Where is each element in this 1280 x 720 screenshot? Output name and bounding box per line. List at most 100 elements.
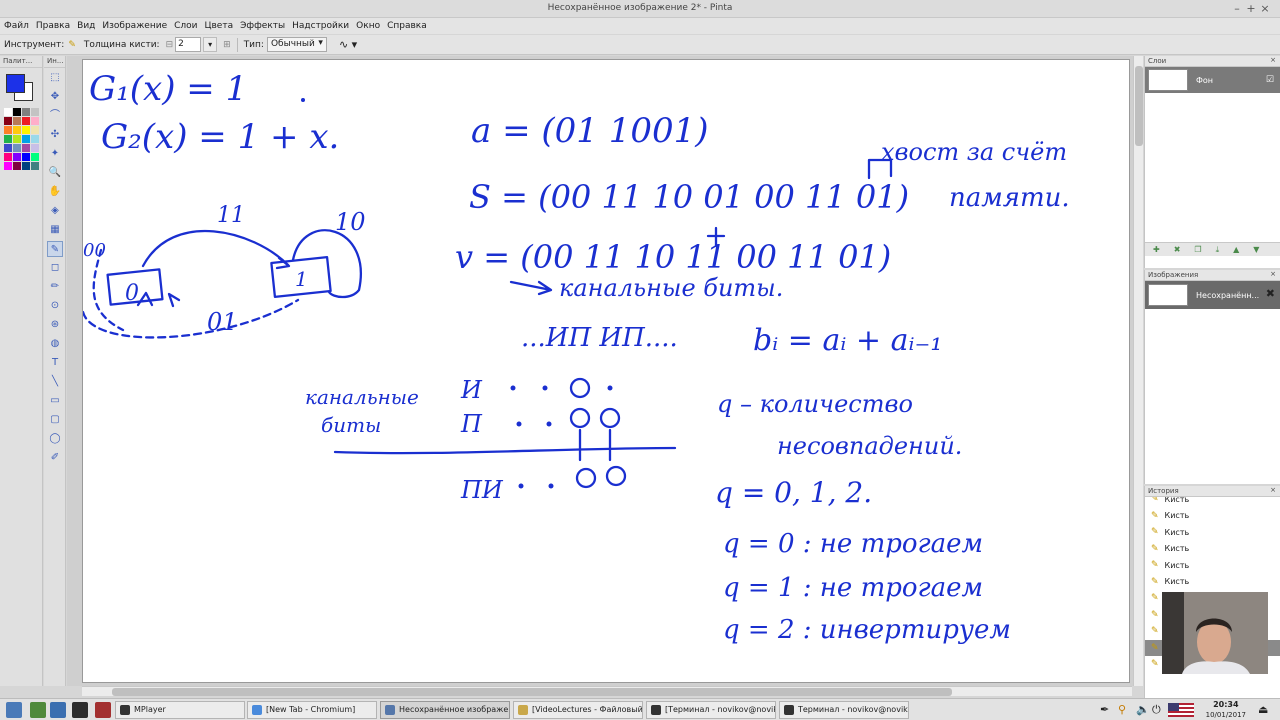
palette-swatch[interactable]	[22, 153, 30, 161]
move-icon[interactable]: ✥	[47, 89, 63, 105]
paint-bucket-icon[interactable]: ◈	[47, 203, 63, 219]
move-selection-icon[interactable]: ✣	[47, 127, 63, 143]
merge-layer-icon[interactable]: ⤓	[1216, 245, 1220, 255]
close-icon[interactable]: ×	[1270, 486, 1276, 494]
app-launcher-icon[interactable]	[95, 702, 111, 718]
palette-swatch[interactable]	[4, 117, 12, 125]
brush-icon[interactable]: ✎	[68, 40, 76, 50]
plus-icon[interactable]: ⊞	[223, 40, 231, 50]
layer-item[interactable]: Фон ☑	[1145, 67, 1280, 93]
image-item[interactable]: Несохранённ... ✖	[1145, 281, 1280, 309]
logout-icon[interactable]: ⏏	[1258, 703, 1268, 716]
gradient-icon[interactable]: ▦	[47, 222, 63, 238]
add-layer-icon[interactable]: ✚	[1153, 245, 1160, 254]
task-mplayer[interactable]: MPlayer	[115, 701, 245, 719]
terminal-launcher-icon[interactable]	[72, 702, 88, 718]
canvas-horizontal-scrollbar[interactable]	[82, 686, 1132, 696]
menu-image[interactable]: Изображение	[102, 21, 167, 31]
brush-icon[interactable]: ✎	[47, 241, 63, 257]
text-icon[interactable]: T	[47, 355, 63, 371]
delete-layer-icon[interactable]: ✖	[1174, 245, 1181, 254]
volume-tray-icon[interactable]: 🔈	[1136, 703, 1150, 716]
palette-swatch[interactable]	[31, 117, 39, 125]
menu-edit[interactable]: Правка	[36, 21, 70, 31]
pencil-icon[interactable]: ✏	[47, 279, 63, 295]
color-picker-icon[interactable]: ⊙	[47, 298, 63, 314]
task-chromium[interactable]: [New Tab - Chromium]	[247, 701, 377, 719]
palette-swatch[interactable]	[13, 117, 21, 125]
palette-swatch[interactable]	[31, 135, 39, 143]
brush-width-dropdown[interactable]: ▾	[203, 37, 218, 52]
palette-swatch[interactable]	[31, 108, 39, 116]
duplicate-layer-icon[interactable]: ❐	[1194, 245, 1201, 254]
power-tray-icon[interactable]: ⏻	[1152, 703, 1161, 717]
menu-adjustments[interactable]: Цвета	[205, 21, 234, 31]
maximize-button[interactable]: +	[1244, 2, 1258, 16]
move-up-icon[interactable]: ▲	[1233, 245, 1239, 254]
palette-swatch[interactable]	[13, 153, 21, 161]
menu-addins[interactable]: Надстройки	[292, 21, 349, 31]
palette-swatch[interactable]	[4, 144, 12, 152]
ellipse-icon[interactable]: ◯	[47, 431, 63, 447]
palette-swatch[interactable]	[22, 162, 30, 170]
palette-swatch[interactable]	[4, 153, 12, 161]
palette-swatch[interactable]	[22, 108, 30, 116]
brush-width-input[interactable]: 2	[175, 37, 202, 52]
brush-type-select[interactable]: Обычный	[266, 37, 327, 52]
palette-swatch[interactable]	[13, 162, 21, 170]
palette-swatch[interactable]	[31, 126, 39, 134]
network-tray-icon[interactable]: ⚲	[1118, 703, 1126, 716]
palette-swatch[interactable]	[4, 126, 12, 134]
palette-swatch[interactable]	[13, 144, 21, 152]
menu-effects[interactable]: Эффекты	[240, 21, 285, 31]
pen-tray-icon[interactable]: ✒	[1100, 703, 1109, 716]
eraser-icon[interactable]: ◻	[47, 260, 63, 276]
history-item[interactable]: ✎ Кисть	[1145, 541, 1280, 558]
palette-swatch[interactable]	[4, 162, 12, 170]
select-rect-icon[interactable]: ⬚	[47, 70, 63, 86]
horizontal-scroll-thumb[interactable]	[112, 688, 952, 696]
palette-swatch[interactable]	[22, 126, 30, 134]
palette-swatch[interactable]	[22, 144, 30, 152]
clock[interactable]: 20:34 10/01/2017	[1206, 700, 1246, 720]
drawing-canvas[interactable]: G₁(x) = 1 G₂(x) = 1 + x. a = (01 1001) х…	[82, 59, 1130, 683]
menu-layers[interactable]: Слои	[174, 21, 197, 31]
lasso-icon[interactable]: ⌒	[47, 108, 63, 124]
task-file-manager[interactable]: [VideoLectures - Файловый ...	[513, 701, 643, 719]
menu-file[interactable]: Файл	[4, 21, 29, 31]
freeform-icon[interactable]: ✐	[47, 450, 63, 466]
clone-stamp-icon[interactable]: ⊛	[47, 317, 63, 333]
palette-swatch[interactable]	[4, 108, 12, 116]
palette-swatch[interactable]	[31, 144, 39, 152]
minimize-button[interactable]: –	[1230, 2, 1244, 16]
move-down-icon[interactable]: ▼	[1253, 245, 1259, 254]
history-item[interactable]: ✎ Кисть	[1145, 557, 1280, 574]
menu-window[interactable]: Окно	[356, 21, 380, 31]
browser-launcher-icon[interactable]	[50, 702, 66, 718]
keyboard-layout-flag-icon[interactable]	[1168, 703, 1194, 717]
palette-swatch[interactable]	[31, 153, 39, 161]
close-icon[interactable]: ×	[1270, 270, 1276, 278]
zoom-icon[interactable]: 🔍	[47, 165, 63, 181]
menu-help[interactable]: Справка	[387, 21, 427, 31]
menu-view[interactable]: Вид	[77, 21, 95, 31]
rectangle-icon[interactable]: ▭	[47, 393, 63, 409]
rounded-rect-icon[interactable]: ▢	[47, 412, 63, 428]
palette-swatch[interactable]	[31, 162, 39, 170]
close-button[interactable]: ×	[1258, 2, 1272, 16]
palette-swatch[interactable]	[13, 126, 21, 134]
history-item[interactable]: ✎ Кисть	[1145, 524, 1280, 541]
palette-swatch[interactable]	[22, 117, 30, 125]
recolor-icon[interactable]: ◍	[47, 336, 63, 352]
minus-icon[interactable]: ⊟	[166, 40, 174, 50]
palette-swatch[interactable]	[22, 135, 30, 143]
task-terminal-2[interactable]: Терминал - novikov@noviko...	[779, 701, 909, 719]
vertical-scroll-thumb[interactable]	[1135, 66, 1143, 146]
task-terminal-1[interactable]: [Терминал - novikov@novik...	[646, 701, 776, 719]
antialias-icon[interactable]: ∿ ▾	[339, 38, 357, 51]
primary-color[interactable]	[6, 74, 25, 93]
history-item[interactable]: ✎ Кисть	[1145, 508, 1280, 525]
close-icon[interactable]: ×	[1270, 56, 1276, 64]
layer-visibility-checkbox[interactable]: ☑	[1266, 75, 1274, 85]
canvas-vertical-scrollbar[interactable]	[1133, 56, 1143, 686]
